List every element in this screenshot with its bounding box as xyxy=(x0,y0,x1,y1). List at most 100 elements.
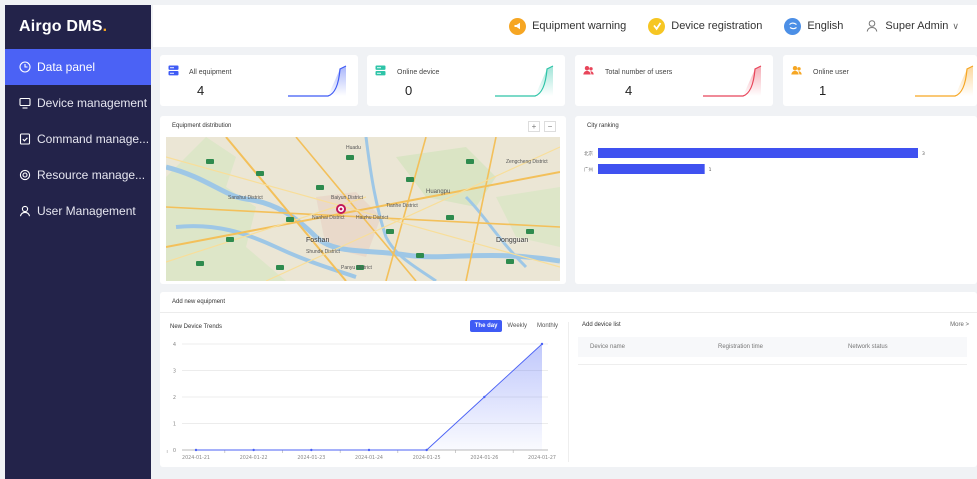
column-header: Device name xyxy=(590,344,626,350)
equipment-warning-button[interactable]: Equipment warning xyxy=(509,17,627,35)
data-point xyxy=(367,448,371,452)
device-table-header: Device name Registration time Network st… xyxy=(578,337,967,357)
document-check-icon xyxy=(19,133,31,145)
trend-sparkline xyxy=(915,65,974,97)
stat-value: 4 xyxy=(625,83,633,98)
rank-value: 3 xyxy=(922,151,925,157)
table-divider xyxy=(578,364,967,365)
x-tick-label: 2024-01-27 xyxy=(528,455,556,461)
sidebar-item-label: Command manage... xyxy=(37,132,150,146)
server-icon xyxy=(375,65,386,76)
stat-title: Online device xyxy=(397,69,440,76)
device-list-section: Add device list More > Device name Regis… xyxy=(568,292,977,467)
rank-bar xyxy=(598,164,705,174)
stat-card-total-users: Total number of users 4 xyxy=(575,55,773,106)
map-canvas[interactable]: Foshan Nanhai District Shunde District P… xyxy=(166,137,560,281)
tab-weekly[interactable]: Weekly xyxy=(502,320,532,332)
map-label: Foshan xyxy=(306,237,330,244)
x-tick-label: 2024-01-21 xyxy=(182,455,210,461)
map-label: Baiyun District xyxy=(331,195,363,201)
sidebar-item-device-management[interactable]: Device management xyxy=(5,85,151,121)
equipment-icon xyxy=(168,65,179,76)
sidebar-item-label: Device management xyxy=(37,96,148,110)
stat-title: Online user xyxy=(813,69,849,76)
map-label: Shunde District xyxy=(306,249,340,255)
stat-card-all-equipment: All equipment 4 xyxy=(160,55,358,106)
x-tick-label: 2024-01-23 xyxy=(297,455,325,461)
device-list-title: Add device list xyxy=(582,322,621,328)
sidebar-item-resource-management[interactable]: Resource manage... xyxy=(5,157,151,193)
map-label: Sanshui District xyxy=(228,195,263,201)
panel-title: Add new equipment xyxy=(172,299,226,305)
rank-value: 1 xyxy=(709,167,712,173)
rank-label: 广州 xyxy=(584,166,593,173)
equipment-warning-label: Equipment warning xyxy=(532,20,627,32)
monitor-icon xyxy=(19,97,31,109)
language-label: English xyxy=(807,20,844,32)
map-zoom-controls: + − xyxy=(528,121,556,132)
sidebar-item-command-management[interactable]: Command manage... xyxy=(5,121,151,157)
user-icon xyxy=(19,205,31,217)
language-switch[interactable]: English xyxy=(784,17,844,35)
megaphone-icon xyxy=(509,17,527,35)
data-point xyxy=(483,395,486,399)
sidebar-item-label: User Management xyxy=(37,204,136,218)
equipment-distribution-panel: Equipment distribution + − Foshan Nanhai… xyxy=(160,116,566,284)
stat-card-online-user: Online user 1 xyxy=(783,55,977,106)
panel-title: Equipment distribution xyxy=(172,123,232,129)
chevron-down-icon: ∨ xyxy=(952,20,959,31)
data-point xyxy=(425,448,428,452)
x-tick-label: 2024-01-26 xyxy=(470,455,498,461)
map-label: Zengcheng District xyxy=(506,159,548,165)
map-label: Nanhai District xyxy=(312,215,345,221)
stat-value: 0 xyxy=(405,83,413,98)
new-device-trends-chart: 0 1 2 3 4 2024-01-21 2024-01-22 2024-01-23 2024-… xyxy=(166,342,556,461)
sidebar-item-label: Resource manage... xyxy=(37,168,146,182)
device-registration-button[interactable]: Device registration xyxy=(648,17,763,35)
user-menu[interactable]: Super Admin ∨ xyxy=(865,19,959,33)
time-range-tabs: The day Weekly Monthly xyxy=(469,320,563,332)
user-name: Super Admin xyxy=(885,20,949,32)
city-ranking-panel: City ranking 北京 3 广州 1 xyxy=(575,116,977,284)
more-link[interactable]: More > xyxy=(950,322,969,328)
y-tick-label: 0 xyxy=(173,448,176,454)
app-logo: Airgo DMS. xyxy=(19,18,108,35)
checkmark-icon xyxy=(648,17,666,35)
stat-title: All equipment xyxy=(189,69,232,76)
top-bar: Equipment warning Device registration En… xyxy=(153,5,977,47)
users-icon xyxy=(791,66,802,75)
x-tick-label: 2024-01-25 xyxy=(413,455,441,461)
clock-icon xyxy=(19,61,31,73)
trend-sparkline xyxy=(703,65,762,97)
trend-sparkline xyxy=(495,65,554,97)
sidebar-item-user-management[interactable]: User Management xyxy=(5,193,151,229)
trend-sparkline xyxy=(288,65,347,97)
data-point xyxy=(194,448,198,452)
chart-title: New Device Trends xyxy=(170,324,223,330)
data-point xyxy=(310,448,313,452)
column-header: Registration time xyxy=(718,344,764,350)
zoom-out-button[interactable]: − xyxy=(544,121,556,132)
map-label: Tianhe District xyxy=(386,203,418,209)
y-tick-label: 4 xyxy=(173,342,176,348)
map-label: Dongguan xyxy=(496,237,529,244)
tab-the-day[interactable]: The day xyxy=(469,320,503,332)
device-registration-label: Device registration xyxy=(671,20,763,32)
y-tick-label: 3 xyxy=(173,369,176,375)
column-header: Network status xyxy=(848,344,888,350)
sidebar-item-data-panel[interactable]: Data panel xyxy=(5,49,151,85)
rank-bar xyxy=(598,148,918,158)
stat-value: 1 xyxy=(819,83,827,98)
zoom-in-button[interactable]: + xyxy=(528,121,540,132)
sidebar-item-label: Data panel xyxy=(37,60,96,74)
tab-monthly[interactable]: Monthly xyxy=(532,320,563,332)
map-label: Haizhu District xyxy=(356,215,389,221)
city-ranking-chart: 北京 3 广州 1 xyxy=(584,148,925,174)
y-tick-label: 2 xyxy=(173,395,176,401)
x-tick-label: 2024-01-24 xyxy=(355,455,383,461)
map-graphic xyxy=(166,137,560,281)
rank-label: 北京 xyxy=(584,150,593,157)
add-new-equipment-panel: Add new equipment New Device Trends The … xyxy=(160,292,977,467)
gear-icon xyxy=(19,169,31,181)
user-icon xyxy=(867,20,878,32)
